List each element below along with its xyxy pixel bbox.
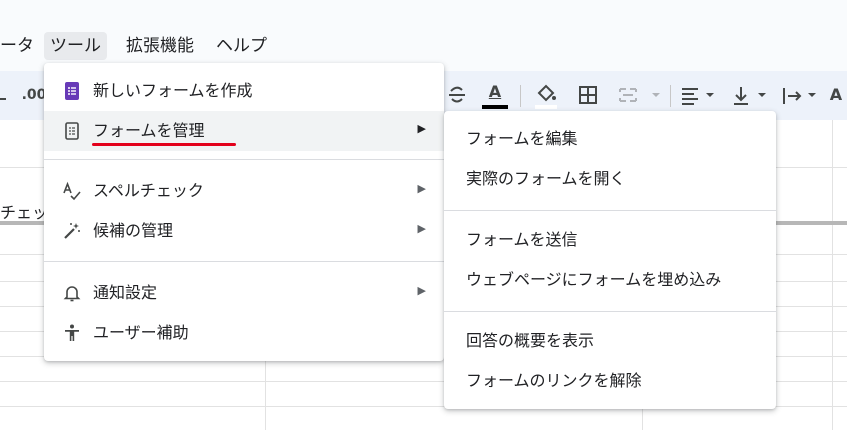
submenu-arrow-icon: ▶ [417, 182, 426, 195]
tools-menu: 新しいフォームを作成 フォームを管理 ▶ スペルチェック ▶ 候補の管理 ▶ 通… [44, 63, 444, 361]
menu-item-label: 候補の管理 [93, 221, 174, 240]
grid-line [832, 120, 833, 430]
menu-item-label: ユーザー補助 [93, 323, 189, 342]
manage-form-submenu: フォームを編集 実際のフォームを開く フォームを送信 ウェブページにフォームを埋… [444, 111, 776, 409]
menu-item-label: 新しいフォームを作成 [93, 81, 253, 100]
menu-data[interactable]: ータ [0, 32, 34, 60]
submenu-item-label: フォームを編集 [466, 129, 578, 148]
cell-text[interactable]: チェッ [0, 199, 48, 223]
menu-item-notification-settings[interactable]: 通知設定 ▶ [44, 273, 444, 313]
submenu-item-label: ウェブページにフォームを埋め込み [466, 270, 722, 289]
submenu-item-open-live-form[interactable]: 実際のフォームを開く [444, 159, 776, 199]
submenu-item-label: フォームを送信 [466, 230, 578, 249]
submenu-item-edit-form[interactable]: フォームを編集 [444, 119, 776, 159]
menu-item-accessibility[interactable]: ユーザー補助 [44, 313, 444, 353]
toolbar-separator [520, 85, 521, 107]
menu-item-spellcheck[interactable]: スペルチェック ▶ [44, 171, 444, 211]
toolbar-partial-icon [0, 81, 8, 109]
google-forms-icon [62, 81, 82, 101]
text-wrapping-icon[interactable] [780, 81, 820, 109]
menu-separator [444, 311, 776, 312]
toolbar-separator [670, 85, 671, 107]
text-color-label: A [488, 82, 502, 101]
submenu-item-send-form[interactable]: フォームを送信 [444, 220, 776, 260]
submenu-item-embed-form[interactable]: ウェブページにフォームを埋め込み [444, 260, 776, 300]
vertical-align-icon[interactable] [730, 81, 770, 109]
form-manage-icon [62, 121, 82, 141]
menu-help[interactable]: ヘルプ [216, 32, 267, 60]
horizontal-align-icon[interactable] [678, 81, 718, 109]
menu-item-label: スペルチェック [93, 181, 204, 200]
fill-color-icon[interactable] [532, 81, 560, 109]
submenu-item-unlink-form[interactable]: フォームのリンクを解除 [444, 361, 776, 401]
text-color-button[interactable]: A [480, 81, 510, 109]
bell-icon [62, 283, 82, 303]
accessibility-icon [62, 323, 82, 343]
magic-wand-icon [62, 221, 82, 241]
text-color-swatch [482, 105, 508, 109]
merge-cells-icon[interactable] [614, 81, 664, 109]
text-rotation-button[interactable]: A [826, 81, 846, 109]
menu-extensions[interactable]: 拡張機能 [126, 32, 194, 60]
menu-separator [44, 261, 444, 262]
menu-item-manage-suggestions[interactable]: 候補の管理 ▶ [44, 211, 444, 251]
borders-icon[interactable] [574, 81, 602, 109]
submenu-item-show-summary[interactable]: 回答の概要を表示 [444, 321, 776, 361]
menu-separator [444, 210, 776, 211]
menu-item-label: フォームを管理 [93, 121, 205, 140]
submenu-item-label: 回答の概要を表示 [466, 331, 595, 350]
menubar: ータ ツール 拡張機能 ヘルプ [0, 32, 847, 62]
menu-item-create-form[interactable]: 新しいフォームを作成 [44, 71, 444, 111]
submenu-item-label: 実際のフォームを開く [466, 169, 626, 188]
menu-item-label: 通知設定 [93, 283, 158, 302]
menu-separator [44, 159, 444, 160]
submenu-arrow-icon: ▶ [417, 122, 426, 135]
submenu-arrow-icon: ▶ [417, 222, 426, 235]
submenu-item-label: フォームのリンクを解除 [466, 371, 642, 390]
strikethrough-icon[interactable] [444, 81, 470, 109]
highlight-underline-manage-form [92, 143, 236, 146]
submenu-arrow-icon: ▶ [417, 284, 426, 297]
menu-tools[interactable]: ツール [44, 32, 107, 60]
spellcheck-icon [62, 181, 82, 201]
